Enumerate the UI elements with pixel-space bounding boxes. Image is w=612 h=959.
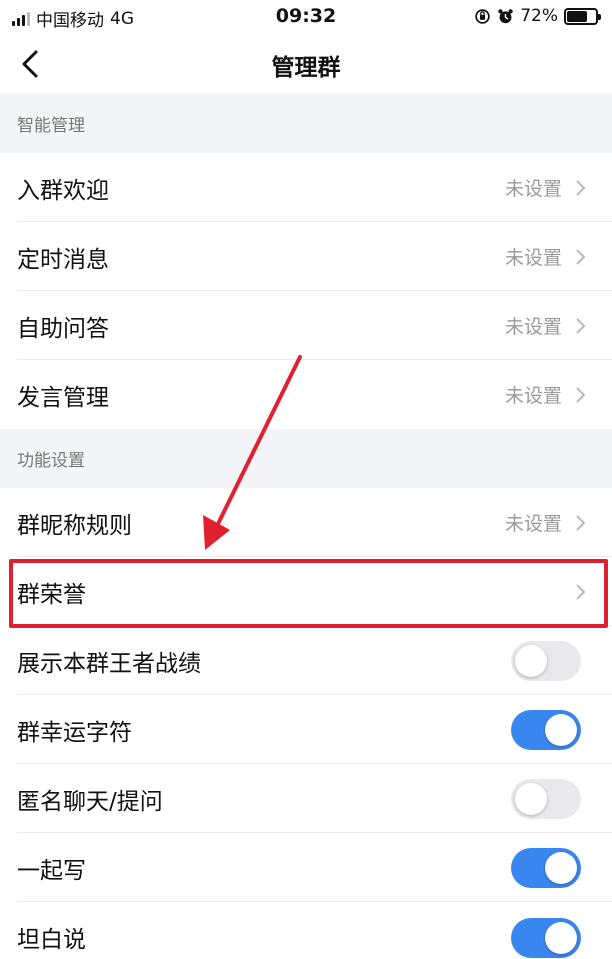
toggle-knob	[545, 922, 577, 954]
row-welcome[interactable]: 入群欢迎 未设置	[0, 153, 612, 222]
write-together-toggle[interactable]	[511, 847, 581, 888]
row-value: 未设置	[504, 178, 562, 200]
row-show-king-record: 展示本群王者战绩	[0, 626, 612, 695]
row-label: 发言管理	[17, 384, 109, 411]
chevron-right-icon	[576, 179, 586, 196]
row-value: 未设置	[504, 513, 562, 535]
row-self-service-qa[interactable]: 自助问答 未设置	[0, 291, 612, 360]
anonymous-chat-toggle[interactable]	[511, 778, 581, 819]
page-title: 管理群	[271, 55, 341, 81]
row-anonymous-chat: 匿名聊天/提问	[0, 764, 612, 833]
row-label: 群昵称规则	[17, 512, 132, 539]
row-label: 匿名聊天/提问	[17, 788, 163, 815]
row-group-honor[interactable]: 群荣誉	[0, 557, 612, 626]
section-header-feature-settings: 功能设置	[0, 429, 612, 488]
navigation-bar: 管理群	[0, 34, 612, 94]
king-record-toggle[interactable]	[511, 640, 581, 681]
row-value: 未设置	[504, 247, 562, 269]
toggle-knob	[515, 644, 547, 677]
row-label: 自助问答	[17, 315, 109, 342]
chevron-right-icon	[576, 514, 586, 531]
row-confession: 坦白说	[0, 902, 612, 959]
status-bar: 中国移动 4G 09:32 72%	[0, 0, 612, 34]
row-nickname-rules[interactable]: 群昵称规则 未设置	[0, 488, 612, 557]
alarm-icon	[498, 8, 513, 23]
battery-percent: 72%	[520, 6, 558, 26]
chevron-right-icon	[576, 583, 586, 600]
row-label: 一起写	[17, 857, 86, 884]
row-value: 未设置	[504, 316, 562, 338]
row-label: 定时消息	[17, 246, 109, 273]
row-label: 群荣誉	[17, 581, 86, 608]
chevron-right-icon	[576, 248, 586, 265]
row-value: 未设置	[504, 385, 562, 407]
toggle-knob	[545, 713, 577, 746]
battery-icon	[564, 7, 601, 25]
row-label: 入群欢迎	[17, 177, 109, 204]
row-label: 展示本群王者战绩	[17, 650, 201, 677]
toggle-knob	[515, 782, 547, 815]
confession-toggle[interactable]	[511, 918, 581, 958]
row-speech-management[interactable]: 发言管理 未设置	[0, 360, 612, 429]
lucky-character-toggle[interactable]	[511, 709, 581, 750]
row-label: 坦白说	[17, 927, 86, 953]
chevron-right-icon	[576, 386, 586, 403]
row-lucky-character: 群幸运字符	[0, 695, 612, 764]
row-label: 群幸运字符	[17, 719, 132, 746]
row-scheduled-message[interactable]: 定时消息 未设置	[0, 222, 612, 291]
chevron-right-icon	[576, 317, 586, 334]
orientation-lock-icon	[475, 8, 490, 24]
status-right: 72%	[474, 6, 601, 26]
toggle-knob	[545, 851, 577, 884]
battery-fill	[567, 10, 588, 22]
row-write-together: 一起写	[0, 833, 612, 902]
section-header-smart-management: 智能管理	[0, 94, 612, 153]
